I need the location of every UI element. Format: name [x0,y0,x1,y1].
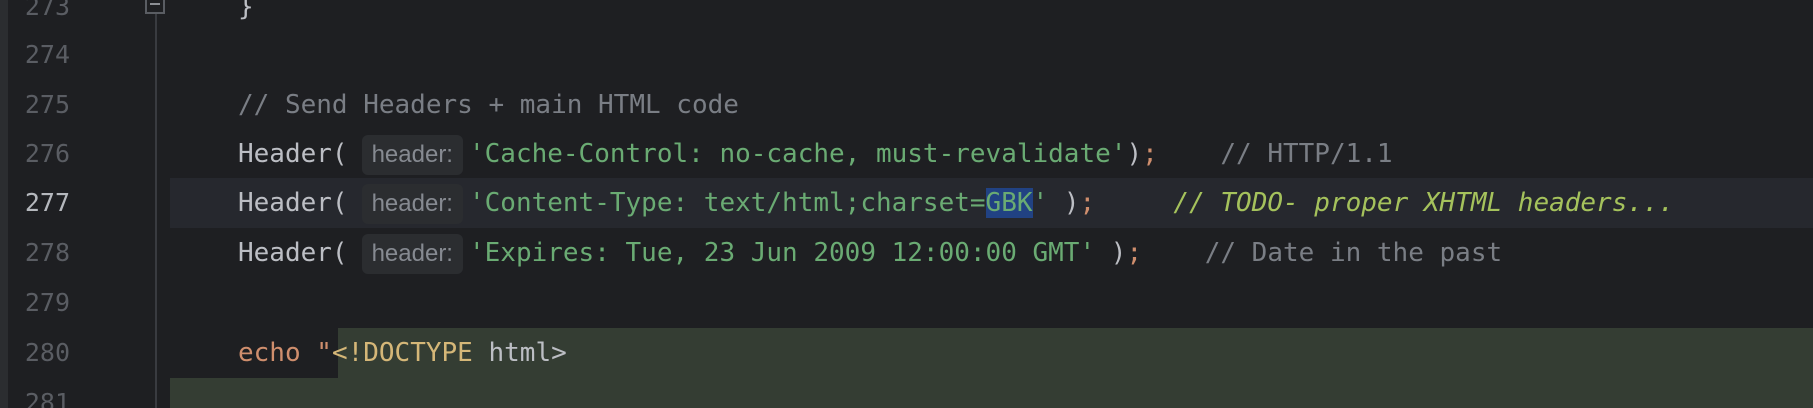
code-line-275[interactable]: 275 // Send Headers + main HTML code [0,80,1813,130]
function-call: Header( [238,238,348,268]
parameter-hint: header: [361,234,463,274]
highlighted-word: GBK [985,188,1033,218]
semicolon: ; [1126,238,1143,268]
code-comment: // Send Headers + main HTML code [238,90,739,120]
code-text: Header( header: 'Content-Type: text/html;c… [238,178,1674,228]
parameter-hint: header: [361,184,463,224]
string-literal: 'Expires: Tue, 23 Jun 2009 12:00:00 GMT' [468,238,1096,268]
line-number: 277 [24,188,70,217]
string-quote: " [316,338,332,368]
line-number: 273 [24,0,70,21]
close-paren: ) [1095,238,1127,268]
string-literal-end: ' [1032,188,1049,218]
close-paren: ) [1126,139,1143,169]
semicolon: ; [1079,188,1096,218]
code-line-274[interactable]: 274 [0,30,1813,80]
string-literal: 'Cache-Control: no-cache, must-revalidat… [468,139,1127,169]
code-line-277[interactable]: 277 Header( header: 'Content-Type: text/ht… [0,178,1813,228]
function-call: Header( [238,188,348,218]
fold-collapse-icon[interactable] [145,0,165,14]
code-line-280[interactable]: 280 echo "<!DOCTYPE html> [0,328,1813,378]
function-call: Header( [238,139,348,169]
code-line-273[interactable]: 273 } [0,0,1813,32]
code-text: echo "<!DOCTYPE html> [238,328,567,378]
close-paren: ) [1048,188,1080,218]
line-number: 278 [24,238,70,267]
fold-guide-line [155,0,157,408]
html-text: html> [472,338,567,368]
keyword: echo [238,338,301,368]
line-number: 281 [24,388,70,408]
line-number: 275 [24,90,70,119]
code-line-278[interactable]: 278 Header( header: 'Expires: Tue, 23 Jun … [0,228,1813,278]
todo-comment: // TODO- proper XHTML headers... [1173,188,1675,218]
selection-highlight [170,378,1813,408]
string-literal: 'Content-Type: text/html;charset= [468,188,986,218]
line-number: 280 [24,338,70,367]
line-number: 274 [24,40,70,69]
parameter-hint: header: [361,135,463,175]
line-number: 279 [24,288,70,317]
code-line-279[interactable]: 279 [0,278,1813,328]
semicolon: ; [1142,139,1158,169]
code-line-276[interactable]: 276 Header( header: 'Cache-Control: no-cac… [0,129,1813,179]
doctype-tag: <!DOCTYPE [331,338,473,368]
code-text: Header( header: 'Expires: Tue, 23 Jun 2009… [238,228,1502,278]
code-line-281[interactable]: 281 [0,378,1813,408]
code-editor[interactable]: 273 } 274 275 // Send Headers + main HTM… [0,0,1813,408]
code-comment: // Date in the past [1204,238,1503,268]
line-number: 276 [24,139,70,168]
code-comment: // HTTP/1.1 [1220,139,1393,169]
code-text: Header( header: 'Cache-Control: no-cache, … [238,129,1393,179]
code-text: } [238,0,254,22]
